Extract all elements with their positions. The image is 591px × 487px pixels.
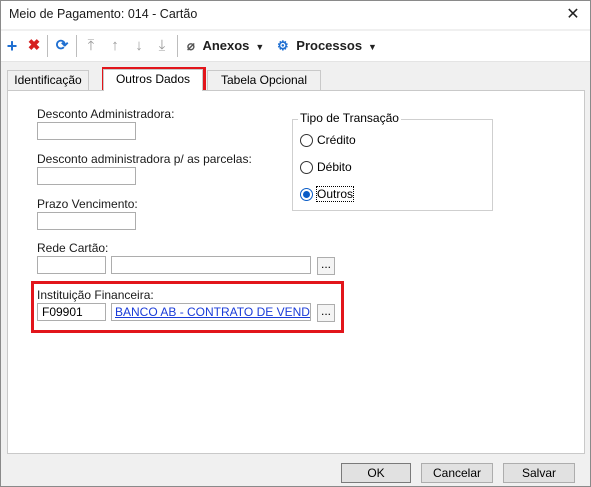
rede-cartao-label: Rede Cartão:: [37, 241, 109, 255]
title-bar: Meio de Pagamento: 014 - Cartão ✕: [1, 1, 590, 29]
cancel-button[interactable]: Cancelar: [421, 463, 493, 483]
desconto-parcelas-input[interactable]: [37, 167, 136, 185]
rede-cartao-description[interactable]: [111, 256, 311, 274]
next-record-icon[interactable]: ↓: [130, 36, 148, 56]
instituicao-financeira-lookup-button[interactable]: ...: [317, 304, 335, 322]
desconto-admin-input[interactable]: [37, 122, 136, 140]
tab-identificacao[interactable]: Identificação: [7, 70, 89, 90]
delete-icon[interactable]: ✖: [25, 36, 43, 56]
paperclip-icon: ⌀: [187, 38, 195, 53]
radio-outros[interactable]: [300, 188, 313, 201]
desconto-admin-label: Desconto Administradora:: [37, 107, 175, 121]
rede-cartao-lookup-button[interactable]: ...: [317, 257, 335, 275]
tab-outros-dados[interactable]: Outros Dados: [103, 69, 203, 91]
previous-record-icon[interactable]: ↑: [106, 36, 124, 56]
processes-button[interactable]: ⚙ Processos ▼: [277, 36, 377, 56]
instituicao-financeira-label: Instituição Financeira:: [37, 288, 154, 302]
add-icon[interactable]: +: [3, 36, 21, 56]
attachments-button[interactable]: ⌀ Anexos ▼: [187, 36, 264, 56]
tab-panel-outros-dados: Desconto Administradora: Desconto admini…: [7, 90, 585, 454]
radio-debito-label[interactable]: Débito: [317, 160, 352, 174]
toolbar-separator: [47, 35, 48, 57]
radio-credito[interactable]: [300, 134, 313, 147]
prazo-vencimento-input[interactable]: [37, 212, 136, 230]
close-icon[interactable]: ✕: [562, 4, 584, 26]
processes-label: Processos: [296, 38, 363, 53]
radio-credito-label[interactable]: Crédito: [317, 133, 356, 147]
last-record-icon[interactable]: ⤓: [153, 36, 171, 56]
window-title: Meio de Pagamento: 014 - Cartão: [9, 7, 198, 21]
toolbar-separator: [177, 35, 178, 57]
prazo-vencimento-label: Prazo Vencimento:: [37, 197, 138, 211]
instituicao-financeira-link[interactable]: BANCO AB - CONTRATO DE VENDOR: [111, 303, 311, 321]
gear-icon: ⚙: [277, 38, 289, 53]
ok-button[interactable]: OK: [341, 463, 411, 483]
chevron-down-icon: ▼: [368, 42, 377, 52]
tab-tabela-opcional[interactable]: Tabela Opcional: [207, 70, 321, 90]
instituicao-financeira-code-input[interactable]: [37, 303, 106, 321]
radio-outros-label[interactable]: Outros: [315, 186, 355, 202]
desconto-parcelas-label: Desconto administradora p/ as parcelas:: [37, 152, 252, 166]
first-record-icon[interactable]: ⤒: [82, 36, 100, 56]
refresh-icon[interactable]: ⟳: [53, 36, 71, 56]
attachments-label: Anexos: [202, 38, 250, 53]
dialog-window: Meio de Pagamento: 014 - Cartão ✕ + ✖ ⟳ …: [0, 0, 591, 487]
toolbar-separator: [76, 35, 77, 57]
save-button[interactable]: Salvar: [503, 463, 575, 483]
radio-debito[interactable]: [300, 161, 313, 174]
chevron-down-icon: ▼: [255, 42, 265, 52]
rede-cartao-code-input[interactable]: [37, 256, 106, 274]
toolbar: + ✖ ⟳ ⤒ ↑ ↓ ⤓ ⌀ Anexos ▼ ⚙ Processos ▼: [1, 31, 590, 62]
tipo-transacao-title: Tipo de Transação: [298, 111, 401, 125]
